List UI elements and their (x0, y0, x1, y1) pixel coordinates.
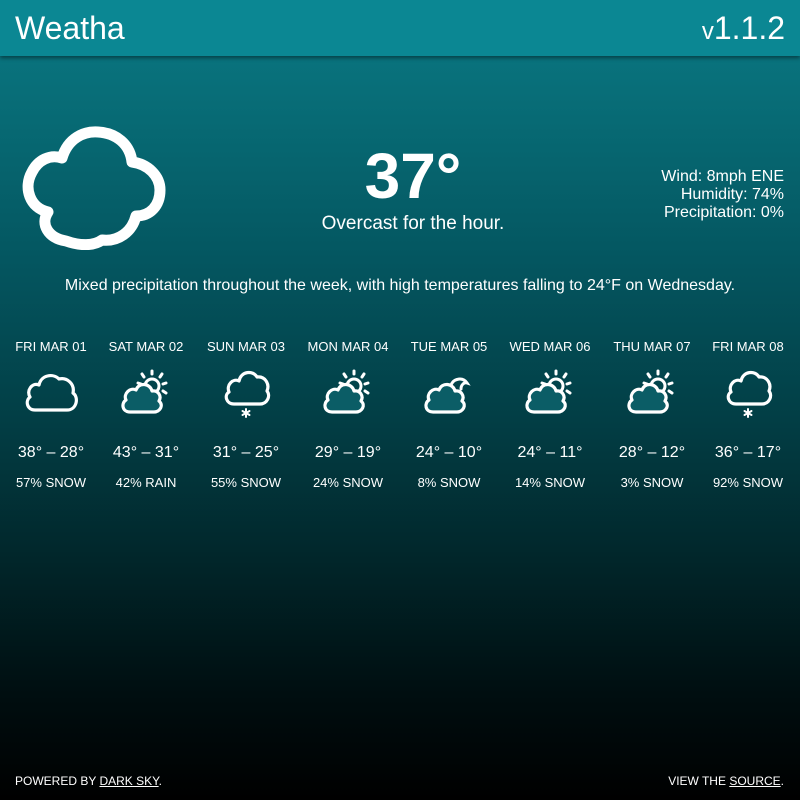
forecast-temps: 43° – 31° (112, 444, 180, 461)
powered-by-credit: POWERED BY DARK SKY. (15, 773, 162, 789)
view-source-credit: VIEW THE SOURCE. (668, 773, 784, 789)
partly-cloudy-day-icon (323, 369, 370, 414)
wind-info: Wind: 8mph ENE (661, 168, 784, 185)
forecast-precip: 55% SNOW (210, 475, 282, 490)
powered-by-prefix: POWERED BY (15, 774, 100, 788)
partly-cloudy-day-icon (627, 369, 674, 414)
forecast-day: THU MAR 07 28° – 12° 3% SNOW (597, 338, 707, 491)
version-prefix: v (701, 18, 714, 45)
cloud-icon (25, 374, 78, 412)
forecast-precip: 3% SNOW (620, 475, 684, 490)
forecast-date: THU MAR 07 (613, 339, 691, 354)
forecast-date: SAT MAR 02 (108, 339, 184, 354)
forecast-day: MON MAR 04 29° – 19° 24% SNOW (293, 338, 403, 491)
week-summary: Mixed precipitation throughout the week,… (64, 277, 736, 294)
forecast-day: FRI MAR 08 36° – 17° 92% SNOW (693, 338, 800, 491)
humidity-info: Humidity: 74% (680, 186, 784, 203)
precipitation-info: Precipitation: 0% (663, 204, 784, 221)
snow-icon (726, 370, 773, 418)
current-summary: Overcast for the hour. (321, 213, 505, 234)
source-link[interactable]: SOURCE (729, 774, 780, 788)
current-details: Wind: 8mph ENE Humidity: 74% Precipitati… (661, 168, 784, 222)
cloud-icon (22, 126, 166, 250)
forecast-date: WED MAR 06 (509, 339, 591, 354)
forecast-day: SAT MAR 02 43° – 31° 42% RAIN (91, 338, 201, 491)
forecast-precip: 24% SNOW (312, 475, 384, 490)
app-version: v1.1.2 (702, 9, 785, 51)
forecast-precip: 14% SNOW (514, 475, 586, 490)
forecast-day: SUN MAR 03 31° – 25° 55% SNOW (191, 338, 301, 491)
forecast-temps: 24° – 10° (415, 444, 483, 461)
app-header: Weatha v1.1.2 (0, 0, 800, 56)
forecast-day: WED MAR 06 24° – 11° 14% SNOW (495, 338, 605, 491)
dark-sky-link[interactable]: DARK SKY (99, 774, 158, 788)
forecast-date: SUN MAR 03 (206, 339, 286, 354)
forecast-date: MON MAR 04 (307, 339, 389, 354)
partly-cloudy-night-icon (424, 377, 471, 414)
version-number: 1.1.2 (713, 10, 785, 46)
powered-by-suffix: . (158, 774, 162, 788)
forecast-date: TUE MAR 05 (410, 339, 488, 354)
view-source-suffix: . (780, 774, 784, 788)
partly-cloudy-day-icon (525, 369, 572, 414)
forecast-precip: 42% RAIN (115, 475, 177, 490)
app-title: Weatha (15, 10, 125, 46)
forecast-temps: 24° – 11° (517, 444, 583, 461)
partly-cloudy-day-icon (121, 369, 168, 414)
forecast-temps: 31° – 25° (212, 444, 280, 461)
forecast-temps: 36° – 17° (714, 444, 782, 461)
forecast-precip: 8% SNOW (417, 475, 481, 490)
view-source-prefix: VIEW THE (668, 774, 730, 788)
forecast-day: TUE MAR 05 24° – 10° 8% SNOW (394, 338, 504, 491)
snow-icon (224, 370, 271, 418)
current-temperature: 37° (364, 140, 462, 212)
forecast-temps: 29° – 19° (314, 444, 382, 461)
forecast-date: FRI MAR 08 (712, 339, 784, 354)
forecast-precip: 92% SNOW (712, 475, 784, 490)
forecast-temps: 28° – 12° (618, 444, 686, 461)
forecast-list: FRI MAR 01 38° – 28° 57% SNOW SAT MAR 02… (0, 338, 800, 498)
